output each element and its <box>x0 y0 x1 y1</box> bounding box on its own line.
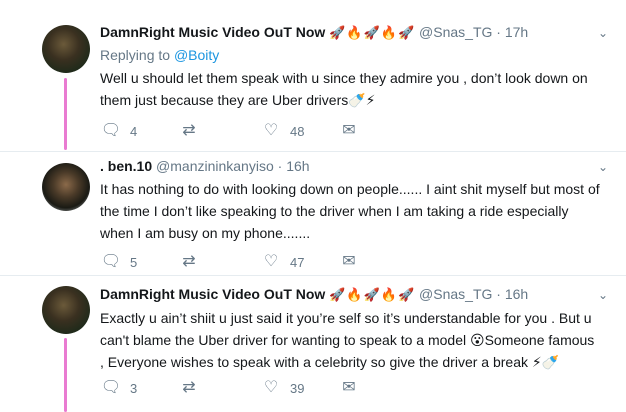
reply-count: 3 <box>130 380 138 396</box>
reply-icon: 🗨 <box>100 253 122 270</box>
retweet-icon: ⇄ <box>182 253 196 270</box>
tweet[interactable]: DamnRight Music Video OuT Now 🚀🔥🚀🔥🚀 @Sna… <box>0 0 626 150</box>
name-emojis: 🚀🔥🚀🔥🚀 <box>329 25 416 40</box>
retweet-button[interactable]: ⇄ <box>178 252 200 272</box>
like-button[interactable]: ♡ 48 <box>260 121 305 141</box>
heart-icon: ♡ <box>263 379 279 396</box>
tweet-text: Exactly u ain’t shiit u just said it you… <box>100 310 595 370</box>
user-handle[interactable]: @manzininkanyiso <box>156 158 274 174</box>
name-emojis: 🚀🔥🚀🔥🚀 <box>329 287 416 302</box>
display-name[interactable]: DamnRight Music Video OuT Now <box>100 286 325 302</box>
chevron-down-icon[interactable]: ⌄ <box>598 160 608 174</box>
like-count: 48 <box>290 123 305 139</box>
replying-to: Replying to @Boity <box>100 47 219 63</box>
tweet[interactable]: . ben.10 @manzininkanyiso · 16h ⌄ It has… <box>0 152 626 274</box>
like-count: 47 <box>290 254 305 270</box>
heart-icon: ♡ <box>263 122 279 139</box>
tweet-header: DamnRight Music Video OuT Now 🚀🔥🚀🔥🚀 @Sna… <box>100 286 528 303</box>
envelope-icon: ✉ <box>342 122 356 139</box>
envelope-icon: ✉ <box>342 253 356 270</box>
tweet-header: . ben.10 @manzininkanyiso · 16h <box>100 158 310 174</box>
envelope-icon: ✉ <box>342 379 356 396</box>
tweet-header: DamnRight Music Video OuT Now 🚀🔥🚀🔥🚀 @Sna… <box>100 24 528 41</box>
display-name[interactable]: DamnRight Music Video OuT Now <box>100 24 325 40</box>
reply-count: 4 <box>130 123 138 139</box>
replying-prefix: Replying to <box>100 47 171 63</box>
reply-button[interactable]: 🗨 4 <box>100 121 137 141</box>
like-button[interactable]: ♡ 39 <box>260 378 305 398</box>
retweet-button[interactable]: ⇄ <box>178 121 200 141</box>
dm-button[interactable]: ✉ <box>338 121 360 141</box>
timestamp[interactable]: · 16h <box>496 286 528 302</box>
heart-icon: ♡ <box>263 253 279 270</box>
like-count: 39 <box>290 380 305 396</box>
chevron-down-icon[interactable]: ⌄ <box>598 26 608 40</box>
reply-mention-link[interactable]: @Boity <box>174 47 219 63</box>
tweet[interactable]: DamnRight Music Video OuT Now 🚀🔥🚀🔥🚀 @Sna… <box>0 276 626 412</box>
avatar[interactable] <box>42 286 90 334</box>
tweet-text: Well u should let them speak with u sinc… <box>100 70 588 108</box>
retweet-icon: ⇄ <box>182 379 196 396</box>
user-handle[interactable]: @Snas_TG <box>419 24 492 40</box>
retweet-button[interactable]: ⇄ <box>178 378 200 398</box>
like-button[interactable]: ♡ 47 <box>260 252 305 272</box>
dm-button[interactable]: ✉ <box>338 252 360 272</box>
reply-count: 5 <box>130 254 138 270</box>
retweet-icon: ⇄ <box>182 122 196 139</box>
reply-icon: 🗨 <box>100 122 122 139</box>
user-handle[interactable]: @Snas_TG <box>419 286 492 302</box>
reply-button[interactable]: 🗨 3 <box>100 378 137 398</box>
timestamp[interactable]: · 17h <box>496 24 528 40</box>
reply-icon: 🗨 <box>100 379 122 396</box>
reply-button[interactable]: 🗨 5 <box>100 252 137 272</box>
display-name[interactable]: . ben.10 <box>100 158 152 174</box>
dm-button[interactable]: ✉ <box>338 378 360 398</box>
chevron-down-icon[interactable]: ⌄ <box>598 288 608 302</box>
timestamp[interactable]: · 16h <box>278 158 310 174</box>
avatar[interactable] <box>42 163 90 211</box>
avatar[interactable] <box>42 25 90 73</box>
tweet-text: It has nothing to do with looking down o… <box>100 181 600 241</box>
